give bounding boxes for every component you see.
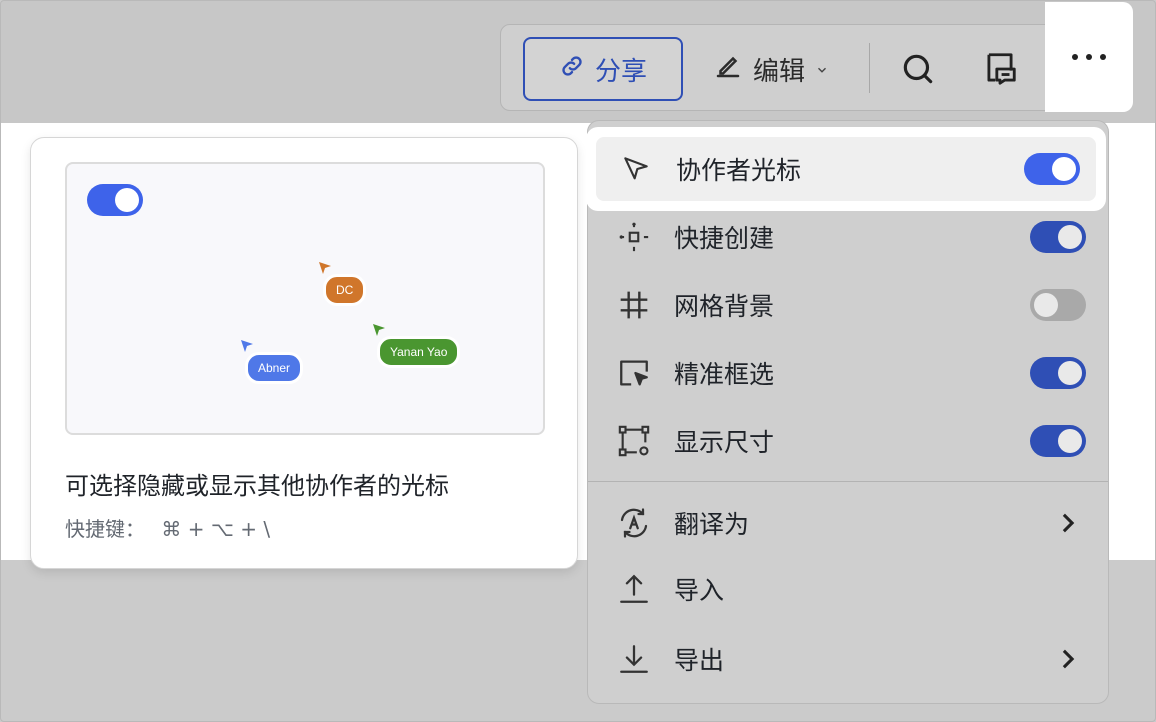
chevron-right-icon [1056,511,1080,535]
precise-select-toggle[interactable] [1030,357,1086,389]
edit-mode-button[interactable]: 编辑 [713,37,853,101]
menu-item-show-dimensions[interactable]: 显示尺寸 [594,409,1102,473]
menu-item-label: 精准框选 [674,360,775,389]
menu-item-label: 导出 [674,646,725,675]
top-toolbar: 分享 编辑 [500,2,1133,112]
preview-image: DC Yanan Yao Abner [65,162,545,435]
collaborator-cursor: Yanan Yao [371,322,461,368]
shortcut-hint: 快捷键： ⌘ + ⌥ + \ [65,513,270,542]
cursor-label: Abner [245,352,304,384]
menu-item-grid-background[interactable]: 网格背景 [594,273,1102,337]
shortcut-keys: ⌘ + ⌥ + \ [161,517,271,541]
translate-icon [614,503,654,543]
search-icon[interactable] [894,43,942,95]
menu-item-precise-select[interactable]: 精准框选 [594,341,1102,405]
link-icon [559,53,585,86]
menu-item-label: 导入 [674,576,725,605]
menu-item-translate[interactable]: 翻译为 [594,491,1102,555]
share-label: 分享 [594,56,647,87]
menu-item-label: 显示尺寸 [674,428,775,457]
pen-icon [713,51,743,88]
share-button[interactable]: 分享 [523,37,683,101]
edit-label: 编辑 [753,56,806,87]
chevron-right-icon [1056,647,1080,671]
cursor-arrow-icon [319,262,331,274]
upload-icon [614,569,654,609]
cursor-pointer-icon [616,149,656,189]
menu-item-quick-create[interactable]: 快捷创建 [594,205,1102,269]
preview-toggle [87,184,143,216]
menu-item-label: 翻译为 [674,510,750,539]
comment-icon[interactable] [976,43,1024,95]
menu-divider [588,481,1108,482]
menu-item-label: 网格背景 [674,292,775,321]
show-dimensions-toggle[interactable] [1030,425,1086,457]
collaborator-cursor: Abner [239,338,304,384]
shortcut-label: 快捷键： [65,517,145,541]
collaborator-cursor: DC [317,260,367,306]
cursor-arrow-icon [373,324,385,336]
more-horizontal-icon [1072,54,1106,60]
menu-item-collaborator-cursor[interactable]: 协作者光标 [586,127,1106,211]
more-options-button[interactable] [1045,2,1133,112]
collaborator-cursor-toggle[interactable] [1024,153,1080,185]
more-options-menu: 协作者光标 快捷创建 网格背景 精准框选 显示尺寸 翻译为 导入 导出 [586,120,1109,704]
cursor-label: DC [323,274,367,306]
menu-item-export[interactable]: 导出 [594,627,1102,691]
menu-item-import[interactable]: 导入 [594,557,1102,621]
dimension-icon [614,421,654,461]
grid-icon [614,285,654,325]
grid-background-toggle[interactable] [1030,289,1086,321]
menu-item-label: 协作者光标 [676,156,802,185]
quick-create-toggle[interactable] [1030,221,1086,253]
box-select-icon [614,353,654,393]
cursor-arrow-icon [241,340,253,352]
chevron-down-icon [815,54,829,84]
cursor-label: Yanan Yao [377,336,461,368]
download-icon [614,639,654,679]
feature-preview-card: DC Yanan Yao Abner 可选择隐藏或显示其他协作者的光标 快捷键：… [30,137,578,569]
quick-create-icon [614,217,654,257]
menu-item-label: 快捷创建 [674,224,775,253]
feature-description: 可选择隐藏或显示其他协作者的光标 [65,472,449,500]
toolbar-divider [869,43,870,93]
